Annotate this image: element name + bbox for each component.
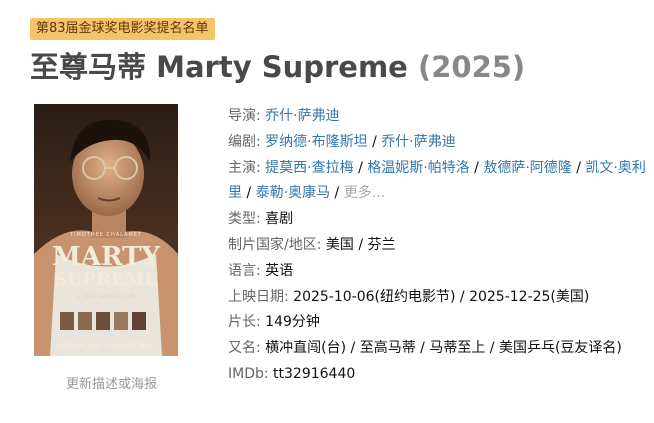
movie-info: 导演: 乔什·萨弗迪 编剧: 罗纳德·布隆斯坦 / 乔什·萨弗迪 主演: 提莫西… xyxy=(228,104,648,388)
cast-link[interactable]: 提莫西·查拉梅 xyxy=(265,160,353,176)
runtime-label: 片长: xyxy=(228,314,266,331)
poster-tagline: DREAM BIG · CHRISTMAS xyxy=(56,342,156,350)
poster-director-credit: A JOSH SAFDIE FILM xyxy=(76,294,136,299)
runtime-value: 149分钟 xyxy=(265,314,320,331)
imdb-id[interactable]: tt32916440 xyxy=(273,366,355,382)
release-date-label: 上映日期: xyxy=(228,288,294,305)
movie-year: (2025) xyxy=(417,50,526,84)
cast-label: 主演: xyxy=(228,159,266,176)
language-value: 英语 xyxy=(265,262,294,279)
cast-row: 主演: 提莫西·查拉梅 / 格温妮斯·帕特洛 / 敖德萨·阿德隆 / 凯文·奥利… xyxy=(228,159,646,202)
imdb-row: IMDb: tt32916440 xyxy=(228,362,648,388)
genre-row: 类型: 喜剧 xyxy=(228,207,648,233)
release-date-value: 2025-10-06(纽约电影节) / 2025-12-25(美国) xyxy=(293,288,590,305)
writer-link[interactable]: 罗纳德·布隆斯坦 xyxy=(265,134,367,150)
cast-link[interactable]: 格温妮斯·帕特洛 xyxy=(367,160,469,176)
award-nomination-badge[interactable]: 第83届金球奖电影奖提名名单 xyxy=(30,18,215,40)
aka-row: 又名: 横冲直闯(台) / 至高马蒂 / 马蒂至上 / 美国乒乓(豆友译名) xyxy=(228,336,648,362)
writer-link[interactable]: 乔什·萨弗迪 xyxy=(381,134,455,150)
language-row: 语言: 英语 xyxy=(228,259,648,285)
release-date-row: 上映日期: 2025-10-06(纽约电影节) / 2025-12-25(美国) xyxy=(228,285,648,311)
page-title: 至尊马蒂 Marty Supreme (2025) xyxy=(30,44,525,86)
cast-link[interactable]: 泰勒·奥康马 xyxy=(256,185,330,201)
imdb-label: IMDb: xyxy=(228,365,274,382)
director-label: 导演: xyxy=(228,108,266,124)
aka-value: 横冲直闯(台) / 至高马蒂 / 马蒂至上 / 美国乒乓(豆友译名) xyxy=(265,340,622,357)
director-link[interactable]: 乔什·萨弗迪 xyxy=(265,108,339,124)
writers-row: 编剧: 罗纳德·布隆斯坦 / 乔什·萨弗迪 xyxy=(228,133,456,150)
movie-poster[interactable]: TIMOTHÉE CHALAMET MARTY SUPREME A JOSH S… xyxy=(34,104,178,356)
aka-label: 又名: xyxy=(228,340,266,357)
update-description-or-poster-link[interactable]: 更新描述或海报 xyxy=(34,373,204,392)
poster-title-line1: MARTY xyxy=(51,242,160,272)
cast-more-link[interactable]: 更多... xyxy=(344,185,385,201)
genre-label: 类型: xyxy=(228,211,266,228)
movie-title: 至尊马蒂 Marty Supreme xyxy=(30,50,408,84)
writers-label: 编剧: xyxy=(228,133,266,150)
genre-value: 喜剧 xyxy=(265,211,294,228)
country-value: 美国 / 芬兰 xyxy=(325,236,396,253)
poster-title-line2: SUPREME xyxy=(53,269,159,290)
cast-link[interactable]: 敖德萨·阿德隆 xyxy=(483,160,571,176)
director-row: 导演: 乔什·萨弗迪 xyxy=(228,104,648,130)
language-label: 语言: xyxy=(228,262,266,279)
country-row: 制片国家/地区: 美国 / 芬兰 xyxy=(228,233,648,259)
country-label: 制片国家/地区: xyxy=(228,236,326,253)
poster-actor-credit: TIMOTHÉE CHALAMET xyxy=(69,232,143,238)
runtime-row: 片长: 149分钟 xyxy=(228,310,648,336)
